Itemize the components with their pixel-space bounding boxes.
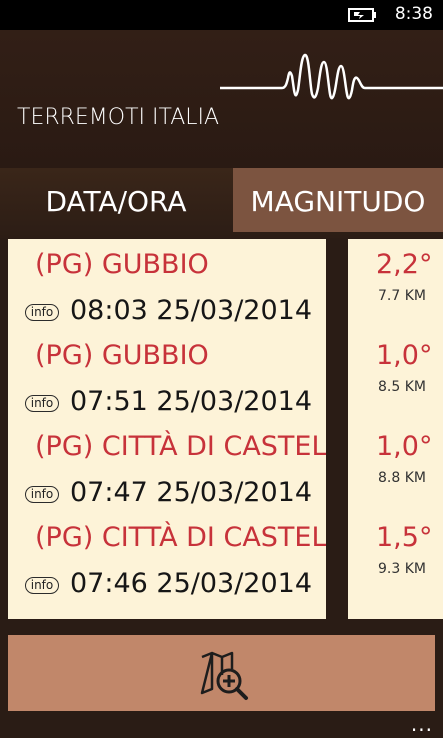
status-time: 8:38: [394, 4, 433, 24]
seismograph-logo: [220, 53, 443, 100]
magnitude-item[interactable]: 2,2° 7.7 KM: [348, 239, 443, 330]
magnitude-item[interactable]: 1,5° 9.3 KM: [348, 512, 443, 603]
more-button[interactable]: ...: [411, 714, 433, 734]
place-name: (PG) CITTÀ DI CASTELLO: [35, 431, 326, 462]
info-button[interactable]: info: [25, 577, 59, 594]
event-time: 07:51 25/03/2014: [70, 386, 313, 417]
depth-value: 8.5 KM: [378, 379, 426, 395]
magnitude-list[interactable]: 2,2° 7.7 KM 1,0° 8.5 KM 1,0° 8.8 KM 1,5°…: [348, 239, 443, 619]
magnitude-value: 2,2°: [376, 249, 433, 280]
event-time: 08:03 25/03/2014: [70, 295, 313, 326]
tab-strip: DATA/ORA MAGNITUDO: [0, 168, 443, 238]
list-item[interactable]: (PG) GUBBIO info 08:03 25/03/2014: [8, 239, 326, 330]
info-button[interactable]: info: [25, 395, 59, 412]
list-item[interactable]: (PG) CITTÀ DI CASTELLO info 07:46 25/03/…: [8, 512, 326, 603]
list-item[interactable]: (PG) CITTÀ DI CASTELLO info 07:47 25/03/…: [8, 421, 326, 512]
place-name: (PG) GUBBIO: [35, 249, 209, 280]
magnitude-value: 1,0°: [376, 340, 433, 371]
magnitude-value: 1,5°: [376, 522, 433, 553]
depth-value: 8.8 KM: [378, 470, 426, 486]
map-zoom-icon[interactable]: [198, 649, 250, 701]
depth-value: 9.3 KM: [378, 561, 426, 577]
event-time: 07:46 25/03/2014: [70, 568, 313, 599]
list-item[interactable]: (PG) GUBBIO info 07:51 25/03/2014: [8, 330, 326, 421]
info-button[interactable]: info: [25, 304, 59, 321]
place-name: (PG) CITTÀ DI CASTELLO: [35, 522, 326, 553]
depth-value: 7.7 KM: [378, 288, 426, 304]
info-button[interactable]: info: [25, 486, 59, 503]
place-name: (PG) GUBBIO: [35, 340, 209, 371]
event-time: 07:47 25/03/2014: [70, 477, 313, 508]
app-title: TERREMOTI ITALIA: [17, 105, 220, 130]
earthquake-list[interactable]: (PG) GUBBIO info 08:03 25/03/2014 (PG) G…: [8, 239, 326, 619]
status-bar: 8:38: [0, 0, 443, 30]
tab-data-ora[interactable]: DATA/ORA: [0, 168, 232, 232]
battery-charging-icon: [348, 8, 376, 22]
tab-magnitudo[interactable]: MAGNITUDO: [233, 168, 443, 232]
app-bar: [8, 635, 435, 711]
magnitude-item[interactable]: 1,0° 8.8 KM: [348, 421, 443, 512]
magnitude-item[interactable]: 1,0° 8.5 KM: [348, 330, 443, 421]
magnitude-value: 1,0°: [376, 431, 433, 462]
